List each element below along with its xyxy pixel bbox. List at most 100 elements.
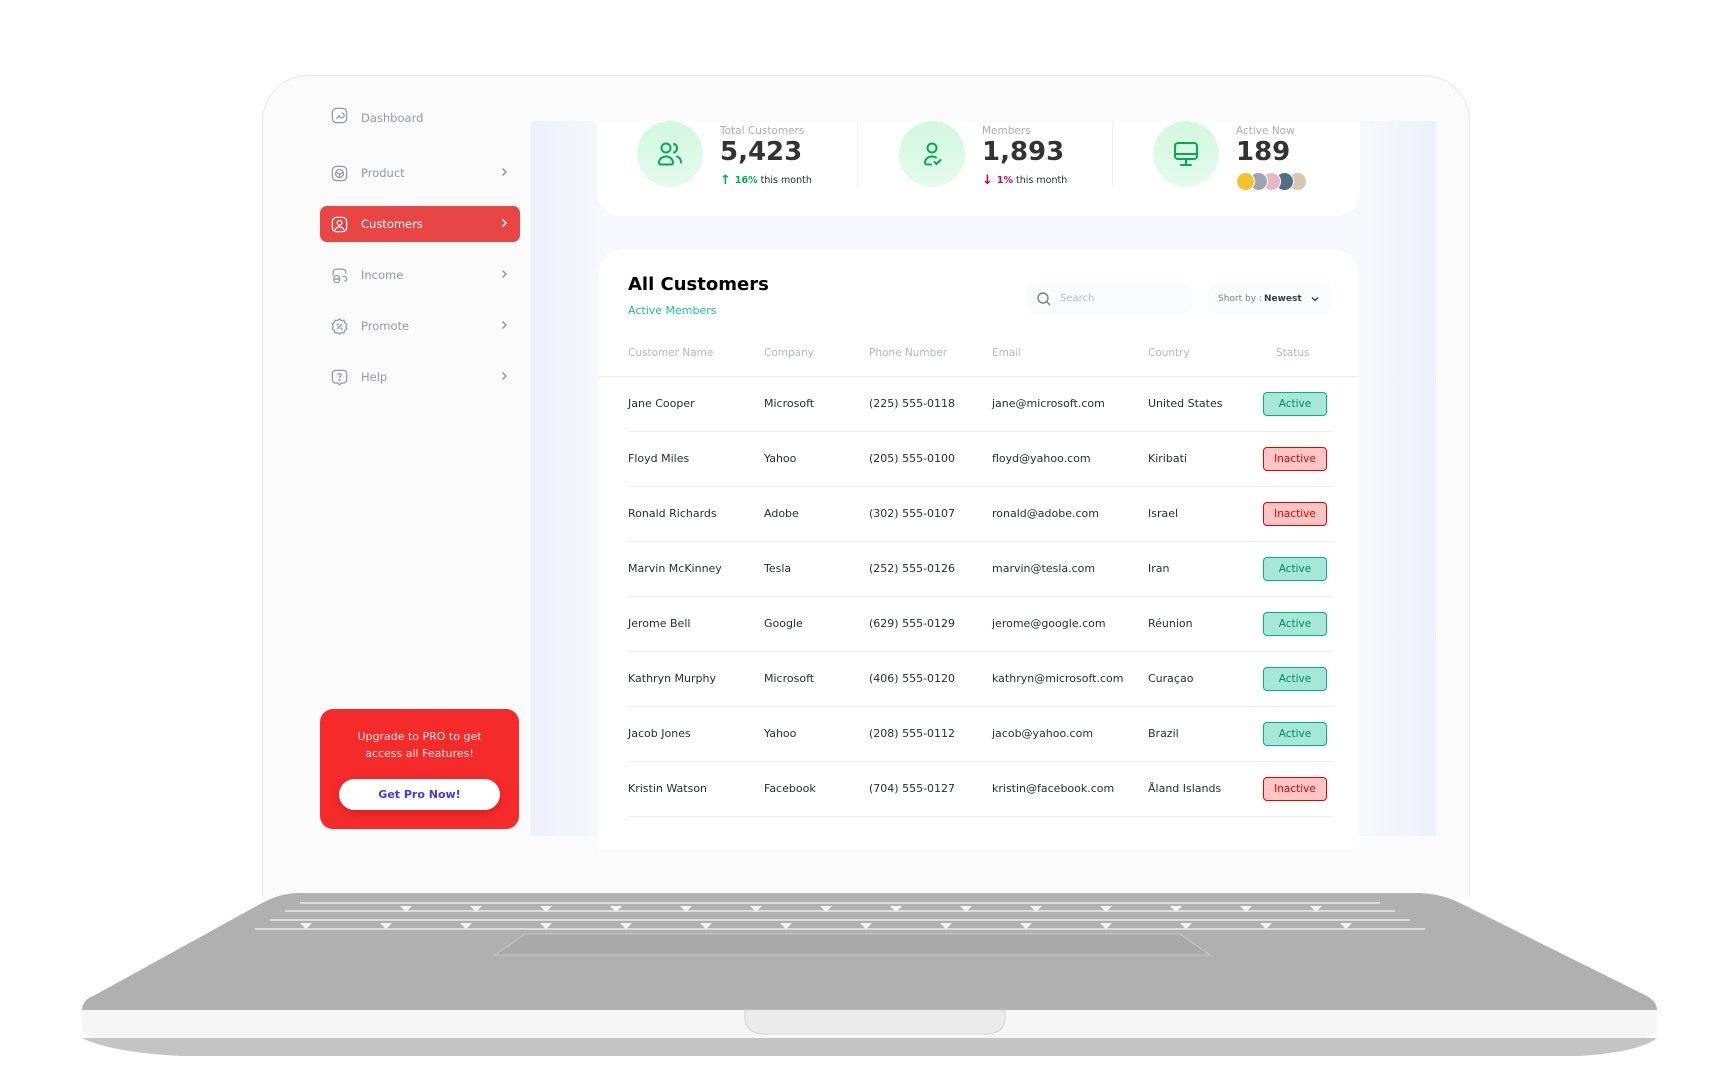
- stat-trend: ↑ 16% this month: [720, 173, 812, 188]
- status-badge: Active: [1263, 612, 1327, 636]
- company-cell: Google: [764, 617, 803, 630]
- search-input[interactable]: [1060, 293, 1180, 304]
- phone-number-cell: (225) 555-0118: [869, 397, 956, 410]
- stat-label: Members: [982, 125, 1031, 137]
- status-badge: Active: [1263, 392, 1327, 416]
- upgrade-card: Upgrade to PRO to get access all Feature…: [320, 709, 519, 829]
- total-customers-icon: [637, 121, 703, 187]
- company-cell: Facebook: [764, 782, 816, 795]
- chevron-right-icon: [501, 218, 508, 228]
- customer-name-cell: Kathryn Murphy: [628, 672, 716, 685]
- sidebar: Dashboard Product Customers Income Promo…: [263, 76, 531, 897]
- status-badge: Inactive: [1263, 447, 1327, 471]
- customer-name-cell: Marvin McKinney: [628, 562, 722, 575]
- email-cell: jane@microsoft.com: [992, 397, 1105, 410]
- column-header[interactable]: Phone Number: [869, 347, 947, 359]
- country-cell: Israel: [1148, 507, 1179, 520]
- sidebar-item-promote[interactable]: Promote: [320, 308, 520, 344]
- chevron-right-icon: [501, 167, 508, 177]
- search-box[interactable]: [1026, 284, 1193, 313]
- customer-name-cell: Jane Cooper: [628, 397, 695, 410]
- table-row[interactable]: Jacob Jones Yahoo (208) 555-0112 jacob@yaho…: [628, 707, 1333, 762]
- sidebar-item-label: Dashboard: [361, 111, 424, 125]
- monitor-icon: [1153, 121, 1219, 187]
- help-icon: [330, 368, 349, 387]
- company-cell: Yahoo: [764, 727, 797, 740]
- divider: [1112, 121, 1113, 186]
- table-row[interactable]: Jane Cooper Microsoft (225) 555-0118 jane@m…: [628, 377, 1333, 432]
- sort-dropdown[interactable]: Short by : Newest: [1208, 284, 1332, 313]
- trend-suffix: this month: [760, 175, 812, 186]
- sidebar-item-product[interactable]: Product: [320, 155, 520, 191]
- table-row[interactable]: Kristin Watson Facebook (704) 555-0127 kris…: [628, 762, 1333, 817]
- table-subtitle[interactable]: Active Members: [628, 304, 717, 317]
- sidebar-item-income[interactable]: Income: [320, 257, 520, 293]
- stat-label: Total Customers: [720, 125, 805, 137]
- stat-value: 1,893: [982, 137, 1065, 167]
- status-badge: Inactive: [1263, 777, 1327, 801]
- dashboard-icon: [330, 106, 349, 125]
- column-header[interactable]: Email: [992, 347, 1021, 359]
- active-avatars: [1236, 172, 1307, 191]
- income-icon: [330, 266, 349, 285]
- stat-trend: ↓ 1% this month: [982, 173, 1067, 188]
- product-icon: [330, 164, 349, 183]
- country-cell: Réunion: [1148, 617, 1193, 630]
- table-row[interactable]: Floyd Miles Yahoo (205) 555-0100 floyd@yaho…: [628, 432, 1333, 487]
- company-cell: Microsoft: [764, 672, 815, 685]
- stat-total-customers: Total Customers 5,423 ↑ 16% this month: [637, 121, 837, 216]
- chevron-down-icon: [1311, 297, 1319, 302]
- status-badge: Active: [1263, 722, 1327, 746]
- search-icon: [1037, 291, 1051, 305]
- laptop-screen: Dashboard Product Customers Income Promo…: [262, 75, 1470, 897]
- company-cell: Adobe: [764, 507, 799, 520]
- arrow-up-icon: ↑: [720, 173, 731, 188]
- trend-suffix: this month: [1016, 175, 1068, 186]
- country-cell: Brazil: [1148, 727, 1179, 740]
- sidebar-item-label: Customers: [361, 217, 423, 231]
- table-row[interactable]: Marvin McKinney Tesla (252) 555-0126 marvin…: [628, 542, 1333, 597]
- stat-active-now: Active Now 189: [1153, 121, 1353, 216]
- table-row[interactable]: Jerome Bell Google (629) 555-0129 jerome@go…: [628, 597, 1333, 652]
- sidebar-item-label: Promote: [361, 319, 410, 333]
- sidebar-item-dashboard[interactable]: Dashboard: [320, 103, 520, 125]
- sidebar-item-customers[interactable]: Customers: [320, 206, 520, 242]
- company-cell: Microsoft: [764, 397, 815, 410]
- chevron-right-icon: [501, 269, 508, 279]
- phone-number-cell: (208) 555-0112: [869, 727, 956, 740]
- email-cell: jerome@google.com: [992, 617, 1106, 630]
- country-cell: Iran: [1148, 562, 1170, 575]
- email-cell: kristin@facebook.com: [992, 782, 1115, 795]
- customers-table-card: All Customers Active Members Short by : …: [598, 249, 1359, 849]
- table-header: Customer Name Company Phone Number Email…: [598, 342, 1359, 377]
- email-cell: jacob@yahoo.com: [992, 727, 1094, 740]
- sort-label: Short by :: [1218, 293, 1262, 304]
- column-header[interactable]: Country: [1148, 347, 1190, 359]
- column-header[interactable]: Customer Name: [628, 347, 713, 359]
- company-cell: Tesla: [764, 562, 792, 575]
- sidebar-item-help[interactable]: Help: [320, 359, 520, 395]
- column-header[interactable]: Status: [1276, 347, 1309, 359]
- column-header[interactable]: Company: [764, 347, 814, 359]
- country-cell: Curaçao: [1148, 672, 1194, 685]
- company-cell: Yahoo: [764, 452, 797, 465]
- email-cell: kathryn@microsoft.com: [992, 672, 1124, 685]
- stat-value: 5,423: [720, 137, 803, 167]
- sidebar-item-label: Income: [361, 268, 404, 282]
- stat-value: 189: [1236, 137, 1291, 167]
- chevron-right-icon: [501, 320, 508, 330]
- customers-icon: [330, 215, 349, 234]
- email-cell: marvin@tesla.com: [992, 562, 1096, 575]
- get-pro-button[interactable]: Get Pro Now!: [339, 779, 500, 810]
- user-avatar: [1236, 172, 1255, 191]
- stat-members: Members 1,893 ↓ 1% this month: [899, 121, 1099, 216]
- main-content: Total Customers 5,423 ↑ 16% this month M…: [531, 121, 1436, 849]
- phone-number-cell: (252) 555-0126: [869, 562, 956, 575]
- sidebar-item-label: Product: [361, 166, 405, 180]
- table-row[interactable]: Ronald Richards Adobe (302) 555-0107 ronald…: [628, 487, 1333, 542]
- status-badge: Active: [1263, 667, 1327, 691]
- country-cell: Åland Islands: [1148, 782, 1222, 795]
- table-row[interactable]: Kathryn Murphy Microsoft (406) 555-0120 kat…: [628, 652, 1333, 707]
- country-cell: Kiribati: [1148, 452, 1187, 465]
- table-title: All Customers: [628, 274, 769, 295]
